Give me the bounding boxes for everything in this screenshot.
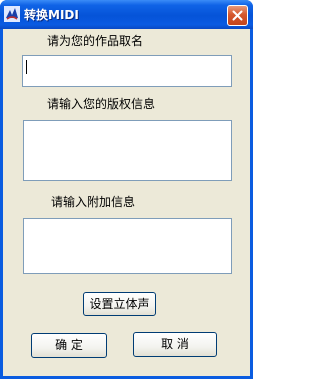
work-title-input[interactable]: [22, 55, 232, 87]
work-title-label: 请为您的作品取名: [47, 34, 144, 48]
window-title: 转换MIDI: [24, 8, 79, 22]
dialog-body: 请为您的作品取名 请输入您的版权信息 请输入附加信息 设置立体声 确 定 取 消: [3, 29, 250, 376]
extra-info-input[interactable]: [23, 218, 232, 274]
close-icon: [232, 10, 243, 21]
convert-midi-dialog: 转换MIDI 请为您的作品取名 请输入您的版权信息 请输入附加信息 设置立体声 …: [0, 0, 253, 379]
copyright-input[interactable]: [23, 120, 232, 181]
title-bar[interactable]: 转换MIDI: [0, 0, 253, 29]
cancel-button[interactable]: 取 消: [133, 332, 217, 357]
stereo-settings-button[interactable]: 设置立体声: [83, 292, 156, 316]
close-button[interactable]: [227, 5, 248, 26]
copyright-label: 请输入您的版权信息: [47, 97, 156, 111]
text-caret: [26, 60, 27, 74]
ok-button[interactable]: 确 定: [31, 333, 107, 358]
extra-info-label: 请输入附加信息: [51, 195, 136, 209]
app-icon: [4, 6, 20, 22]
